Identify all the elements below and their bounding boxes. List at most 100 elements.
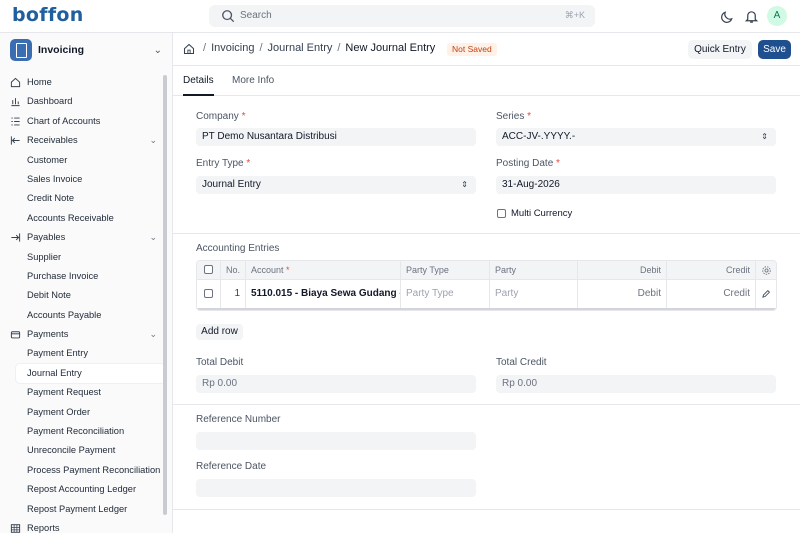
breadcrumb: / Invoicing / Journal Entry / New Journal Ent… [203,42,436,54]
page-header: / Invoicing / Journal Entry / New Journal Ent… [173,33,800,66]
sidebar-item-label: Sales Invoice [27,173,83,184]
sidebar-item-label: Accounts Receivable [27,212,114,223]
sidebar-item-repost-payment-ledger[interactable]: Repost Payment Ledger [0,500,165,519]
company-field[interactable]: PT Demo Nusantara Distribusi [196,128,476,146]
sidebar-item-accounts-receivable[interactable]: Accounts Receivable [0,209,165,228]
col-debit: Debit [578,261,667,279]
total-debit-field: Rp 0.00 [196,375,476,393]
account-cell[interactable]: 5110.015 - Biaya Sewa Gudang - [246,280,401,308]
select-all-cell [197,261,221,279]
bell-icon[interactable] [744,9,759,24]
chevron-down-icon[interactable]: ⌄ [149,131,157,150]
sidebar-item-customer[interactable]: Customer [0,151,165,170]
search-icon [222,10,235,23]
sidebar-item-accounts-payable[interactable]: Accounts Payable [0,306,165,325]
sidebar-item-process-payment-reconciliation[interactable]: Process Payment Reconciliation [0,461,165,480]
sidebar-item-receivables[interactable]: Receivables ⌄ [0,131,165,150]
top-navbar: boffon Search ⌘+K A [0,0,800,33]
sidebar-item-payment-request[interactable]: Payment Request [0,383,165,402]
home-icon[interactable] [183,43,195,55]
section-divider [173,233,800,234]
status-badge: Not Saved [447,43,497,56]
sidebar-item-label: Payment Reconciliation [27,426,125,437]
party-type-cell[interactable]: Party Type [401,280,490,308]
sidebar-scrollbar[interactable] [163,75,167,515]
sidebar-item-supplier[interactable]: Supplier [0,248,165,267]
page-title: New Journal Entry [345,42,436,54]
pencil-icon[interactable] [761,289,771,299]
add-row-button[interactable]: Add row [196,324,243,340]
section-divider [173,404,800,405]
table-icon [10,524,21,533]
table-row[interactable]: 1 5110.015 - Biaya Sewa Gudang - Party T… [197,280,776,310]
tab-details[interactable]: Details [183,75,214,86]
reference-date-field[interactable] [196,479,476,497]
sidebar-item-label: Payables [27,232,66,243]
search-bar[interactable]: Search ⌘+K [209,5,595,27]
multi-currency-checkbox[interactable] [497,209,506,218]
reference-number-label: Reference Number [196,414,281,425]
sidebar-item-dashboard[interactable]: Dashboard [0,92,165,111]
sidebar-item-journal-entry[interactable]: Journal Entry [16,363,165,384]
sidebar-item-payment-entry[interactable]: Payment Entry [0,344,165,363]
series-label: Series * [496,111,532,122]
sidebar-item-label: Reports [27,522,60,533]
gear-icon[interactable] [761,265,772,276]
tab-more-info[interactable]: More Info [232,75,274,86]
breadcrumb-invoicing[interactable]: Invoicing [211,42,254,54]
col-no: No. [221,261,246,279]
sidebar-item-label: Repost Payment Ledger [27,503,128,514]
app-switcher[interactable]: Invoicing ⌄ [10,39,166,63]
sidebar-item-debit-note[interactable]: Debit Note [0,286,165,305]
select-all-checkbox[interactable] [204,265,213,274]
sidebar-item-payment-reconciliation[interactable]: Payment Reconciliation [0,422,165,441]
bar-chart-icon [11,98,20,107]
sidebar-item-label: Accounts Payable [27,309,102,320]
sidebar-item-repost-accounting-ledger[interactable]: Repost Accounting Ledger [0,480,165,499]
breadcrumb-journal-entry[interactable]: Journal Entry [268,42,333,54]
row-select-cell [197,280,221,308]
reference-date-label: Reference Date [196,461,267,472]
quick-entry-button[interactable]: Quick Entry [688,40,752,59]
select-arrows-icon: ⇕ [461,180,468,189]
sidebar-item-purchase-invoice[interactable]: Purchase Invoice [0,267,165,286]
entry-type-label: Entry Type * [196,158,251,169]
posting-date-field[interactable]: 31-Aug-2026 [496,176,776,194]
chevron-down-icon[interactable]: ⌄ [149,228,157,247]
search-placeholder: Search [240,10,272,21]
save-button[interactable]: Save [758,40,791,59]
sidebar-item-reports[interactable]: Reports [0,519,165,533]
chevron-down-icon[interactable]: ⌄ [149,325,157,344]
brand-logo[interactable]: boffon [12,4,84,26]
table-header: No. Account * Party Type Party Debit Cre… [197,261,776,280]
sidebar-item-payments[interactable]: Payments ⌄ [0,325,165,344]
credit-cell[interactable]: Credit [667,280,756,308]
sidebar-item-home[interactable]: Home [0,73,165,92]
sidebar-item-payment-order[interactable]: Payment Order [0,403,165,422]
sidebar-item-unreconcile-payment[interactable]: Unreconcile Payment [0,441,165,460]
sidebar-item-chart-of-accounts[interactable]: Chart of Accounts [0,112,165,131]
sidebar: Invoicing ⌄ Home Dashboard Chart of Accoun… [0,33,173,533]
series-select[interactable]: ACC-JV-.YYYY.- ⇕ [496,128,776,146]
reference-number-field[interactable] [196,432,476,450]
sidebar-item-label: Chart of Accounts [27,115,101,126]
section-divider [173,509,800,510]
sidebar-item-sales-invoice[interactable]: Sales Invoice [0,170,165,189]
sidebar-item-credit-note[interactable]: Credit Note [0,189,165,208]
sidebar-item-label: Payment Request [27,387,101,398]
total-credit-label: Total Credit [496,357,547,368]
sidebar-item-payables[interactable]: Payables ⌄ [0,228,165,247]
avatar[interactable]: A [767,6,787,26]
chevron-down-icon: ⌄ [153,45,162,56]
settings-cell [756,261,776,279]
entry-type-select[interactable]: Journal Entry ⇕ [196,176,476,194]
accounting-entries-table: No. Account * Party Type Party Debit Cre… [196,260,777,311]
debit-cell[interactable]: Debit [578,280,667,308]
col-party-type: Party Type [401,261,490,279]
party-cell[interactable]: Party [490,280,578,308]
select-arrows-icon: ⇕ [761,132,768,141]
moon-icon[interactable] [720,9,735,24]
sidebar-item-label: Payment Entry [27,348,88,359]
row-checkbox[interactable] [204,289,213,298]
payments-icon [10,331,21,339]
